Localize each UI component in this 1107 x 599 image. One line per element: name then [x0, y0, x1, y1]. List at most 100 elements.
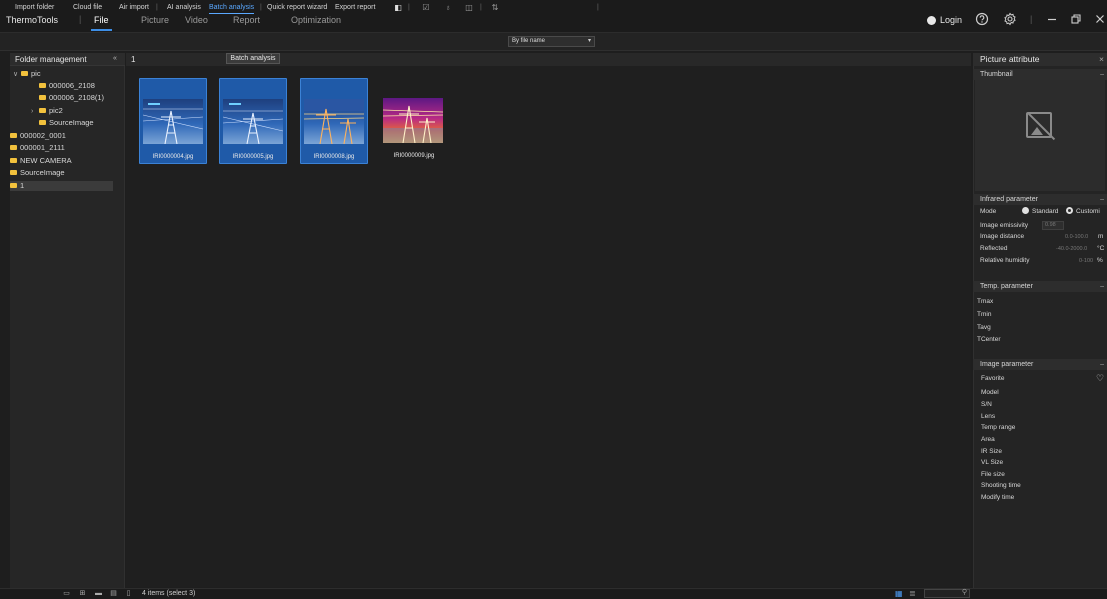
image-thumbnail[interactable]: IRI0000005.jpg: [219, 78, 287, 164]
tree-item-1[interactable]: 1: [10, 181, 113, 191]
tree-item-000006-2108[interactable]: 000006_2108: [39, 81, 95, 91]
emissivity-label: Image emissivity: [980, 222, 1029, 229]
tab-picture[interactable]: Picture: [141, 15, 169, 25]
tab-video[interactable]: Video: [185, 15, 208, 25]
ai-analysis-button[interactable]: AI analysis: [167, 4, 201, 11]
image-section-header[interactable]: Image parameter –: [973, 359, 1107, 370]
reflected-row: Reflected -40.0-2000.0 °C: [980, 245, 1104, 252]
collapse-icon[interactable]: –: [1100, 359, 1104, 370]
image-icon[interactable]: ▤: [109, 589, 118, 598]
favorite-label: Favorite: [981, 375, 1005, 382]
folder-open-icon[interactable]: ▬: [94, 589, 103, 598]
grid-view-icon[interactable]: ▦: [895, 589, 904, 598]
sort-icon[interactable]: ⇅: [490, 3, 500, 13]
tree-item-new-camera[interactable]: NEW CAMERA: [10, 156, 72, 166]
checkbox-icon[interactable]: ☑: [421, 3, 431, 13]
folder-icon: [10, 170, 17, 175]
folder-icon: [10, 145, 17, 150]
tree-item-000006-2108-1[interactable]: 000006_2108(1): [39, 93, 104, 103]
cloud-file-button[interactable]: Cloud file: [73, 4, 102, 11]
collapse-icon[interactable]: –: [1100, 194, 1104, 205]
tree-item-000002-0001[interactable]: 000002_0001: [10, 131, 66, 141]
chevron-down-icon[interactable]: ∨: [13, 70, 21, 80]
help-icon[interactable]: [974, 12, 990, 28]
mode-custom-label[interactable]: Customi: [1076, 208, 1100, 215]
area-label: Area: [981, 436, 995, 443]
distance-range[interactable]: 0.0-100.0: [1065, 234, 1088, 240]
import-folder-button[interactable]: Import folder: [15, 4, 54, 11]
humidity-unit: %: [1097, 257, 1103, 264]
tree-item-pic2[interactable]: › pic2: [31, 106, 63, 116]
mode-custom-radio[interactable]: [1066, 207, 1073, 214]
collapse-icon[interactable]: –: [1100, 281, 1104, 292]
tree-item-pic[interactable]: ∨ pic: [13, 69, 41, 79]
sort-select[interactable]: By file name ▾: [508, 36, 595, 47]
tree-item-sourceimage[interactable]: SourceImage: [39, 118, 94, 128]
microphone-icon[interactable]: ♁: [443, 3, 453, 13]
settings-icon[interactable]: [1002, 12, 1018, 28]
compare-icon[interactable]: ◧: [393, 3, 403, 13]
toolbar-separator: |: [597, 4, 599, 11]
thermal-image-preview: [383, 98, 443, 143]
sn-label: S/N: [981, 401, 992, 408]
user-icon[interactable]: [927, 16, 936, 25]
title-separator: |: [79, 14, 82, 24]
image-thumbnail[interactable]: IRI0000008.jpg: [300, 78, 368, 164]
image-section-title: Image parameter: [980, 361, 1034, 368]
heart-icon[interactable]: ♡: [1096, 373, 1104, 384]
tab-optimization[interactable]: Optimization: [291, 15, 341, 25]
humidity-range[interactable]: 0-100: [1079, 258, 1093, 264]
tree-item-label: pic2: [49, 106, 63, 115]
tree-item-sourceimage-root[interactable]: SourceImage: [10, 168, 65, 178]
temp-max-label: Tmax: [977, 298, 994, 305]
close-icon[interactable]: [1092, 12, 1107, 28]
thumbnail-section-header[interactable]: Thumbnail –: [973, 69, 1107, 80]
distance-unit: m: [1098, 233, 1104, 240]
search-icon: ⚲: [961, 589, 967, 596]
temp-section-header[interactable]: Temp. parameter –: [973, 281, 1107, 292]
image-thumbnail[interactable]: IRI0000004.jpg: [139, 78, 207, 164]
batch-analysis-button[interactable]: Batch analysis: [209, 4, 255, 14]
minimize-icon[interactable]: [1044, 12, 1060, 28]
infrared-section-header[interactable]: Infrared parameter –: [973, 194, 1107, 205]
login-button[interactable]: Login: [940, 15, 962, 25]
collapse-icon[interactable]: –: [1100, 69, 1104, 80]
monitor-icon[interactable]: ▭: [62, 589, 71, 598]
model-label: Model: [981, 389, 999, 396]
thumbnail-section-title: Thumbnail: [980, 71, 1013, 78]
image-name: IRI0000005.jpg: [232, 154, 274, 160]
tree-item-000001-2111[interactable]: 000001_2111: [10, 143, 65, 153]
mode-standard-radio[interactable]: [1022, 207, 1029, 214]
tab-report[interactable]: Report: [233, 15, 260, 25]
list-view-icon[interactable]: ≣: [909, 589, 918, 598]
humidity-label: Relative humidity: [980, 257, 1030, 264]
no-image-icon: [1026, 112, 1052, 138]
tree-item-label: SourceImage: [49, 118, 94, 127]
export-report-button[interactable]: Export report: [335, 4, 375, 11]
chevron-right-icon[interactable]: ›: [31, 107, 39, 117]
sort-select-value: By file name: [512, 38, 546, 44]
air-import-button[interactable]: Air import: [119, 4, 149, 11]
chevron-down-icon: ▾: [587, 38, 591, 44]
restore-icon[interactable]: [1068, 12, 1084, 28]
tree-item-label: 1: [20, 181, 25, 190]
image-thumbnail[interactable]: IRI0000009.jpg: [380, 78, 448, 164]
folder-icon: [21, 71, 28, 76]
thermal-image-preview: [143, 99, 203, 144]
humidity-row: Relative humidity 0-100 %: [980, 257, 1103, 264]
reflected-range[interactable]: -40.0-2000.0: [1056, 246, 1087, 252]
emissivity-input[interactable]: 0.98: [1042, 221, 1064, 230]
close-panel-icon[interactable]: ×: [1099, 53, 1104, 66]
tab-file[interactable]: File: [91, 15, 111, 31]
camera-icon[interactable]: ◫: [464, 3, 474, 13]
mode-standard-label[interactable]: Standard: [1032, 208, 1058, 215]
trash-icon[interactable]: ▯: [124, 589, 133, 598]
picture-attribute-header: Picture attribute ×: [973, 53, 1107, 66]
folder-icon: [39, 120, 46, 125]
quick-report-wizard-button[interactable]: Quick report wizard: [267, 4, 327, 11]
add-folder-icon[interactable]: ⊞: [78, 589, 87, 598]
tree-item-label: 000001_2111: [20, 143, 65, 152]
collapse-panel-icon[interactable]: «: [113, 55, 117, 62]
batch-analysis-tooltip: Batch analysis: [226, 53, 280, 64]
search-input[interactable]: ⚲: [924, 589, 970, 598]
